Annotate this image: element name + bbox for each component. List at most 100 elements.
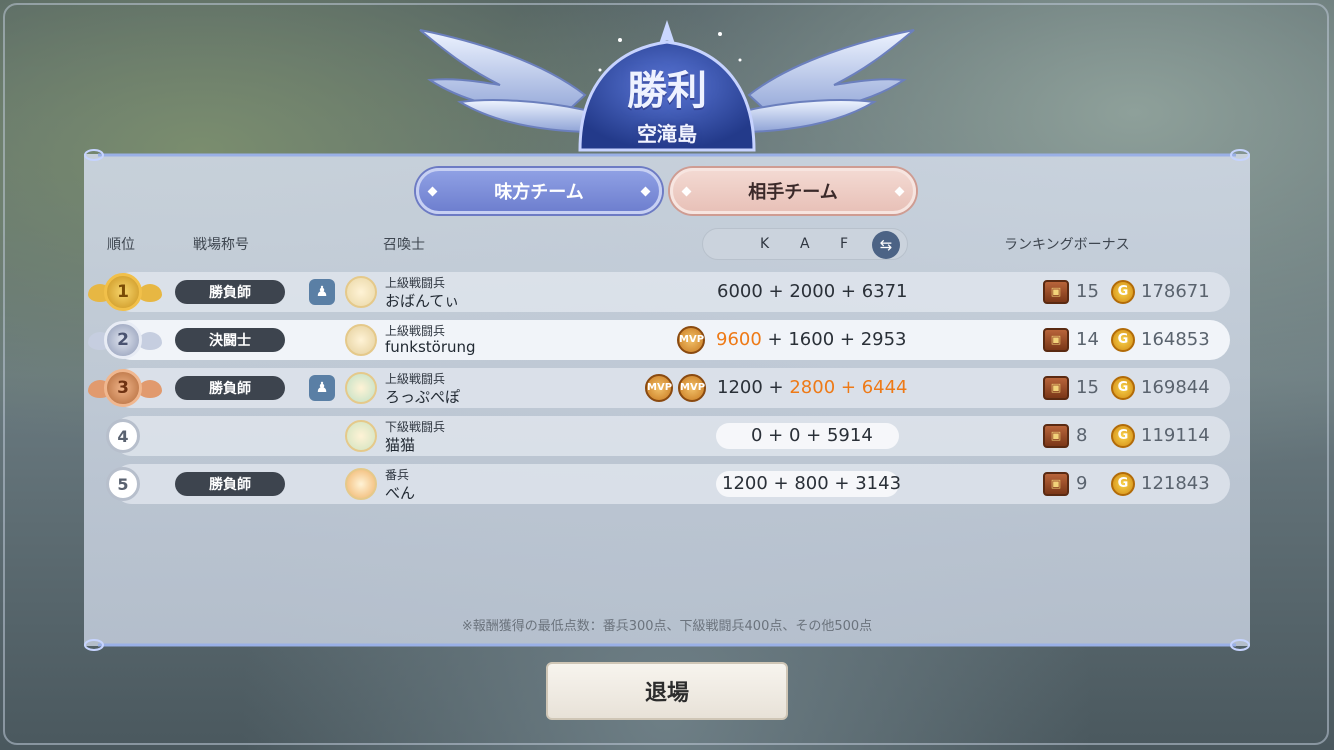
avatar [345,420,377,452]
score-a: 800 [794,473,829,494]
score-a: 2800 [789,377,836,398]
battle-title-badge: 勝負師 [175,280,285,304]
gold-coin-icon: G [1111,328,1135,352]
treasure-chest-icon: ▣ [1043,280,1069,304]
score-f: 3143 [855,473,902,494]
summoner-rank-name: 番兵 [385,468,410,482]
reward-note: ※報酬獲得の最低点数：番兵300点、下級戦闘兵400点、その他500点 [461,619,873,634]
gold-amount: 164853 [1141,329,1210,350]
header-k: K [760,236,770,252]
score-a: 0 [788,425,801,446]
kaf-score: 1200 + 800 + 3143 [722,473,901,494]
tab-enemy-team[interactable]: 相手チーム [670,168,916,214]
score-separator: + [835,281,862,302]
score-separator: + [834,329,861,350]
gold-coin-icon: G [1111,472,1135,496]
score-separator: + [762,281,790,302]
treasure-chest-icon: ▣ [1043,376,1069,400]
gold-amount: 178671 [1141,281,1210,302]
party-icon: ♟ [309,375,335,401]
rank-medal: 3 [104,369,142,407]
score-a: 1600 [788,329,835,350]
header-rank: 順位 [107,237,135,253]
header-battle-title: 戦場称号 [193,237,249,253]
summoner-name: 猫猫 [385,436,416,454]
rank-medal: 1 [104,273,142,311]
swap-arrows-icon[interactable]: ⇆ [872,231,900,259]
rank-medal: 5 [106,467,140,501]
score-separator: + [767,473,795,494]
kaf-score: 0 + 0 + 5914 [751,425,873,446]
panel-top-ornament [84,149,1250,161]
summoner-name: ろっぷぺぽ [385,388,461,406]
score-f: 6444 [861,377,908,398]
battle-title-badge: 勝負師 [175,472,285,496]
tab-ornament-icon [681,186,692,197]
tab-ornament-icon [427,186,438,197]
avatar [345,276,377,308]
score-separator: + [800,425,827,446]
score-f: 5914 [826,425,873,446]
score-k: 1200 [722,473,768,494]
tab-ally-label: 味方チーム [494,182,584,203]
score-k: 9600 [716,329,762,350]
avatar [345,468,377,500]
score-separator: + [835,377,862,398]
gold-amount: 119114 [1141,425,1210,446]
chest-count: 9 [1076,473,1088,494]
tab-ornament-icon [640,186,651,197]
score-separator: + [762,377,790,398]
score-k: 6000 [717,281,763,302]
avatar [345,372,377,404]
treasure-chest-icon: ▣ [1043,424,1069,448]
score-separator: + [762,425,789,446]
panel-bottom-ornament [84,639,1250,651]
tab-enemy-label: 相手チーム [748,182,838,203]
avatar [345,324,377,356]
score-f: 2953 [860,329,907,350]
mvp-icon: MVP [677,326,705,354]
battle-title-badge: 勝負師 [175,376,285,400]
mvp-icon: MVP [678,374,706,402]
summoner-rank-name: 上級戦闘兵 [385,276,446,290]
result-title: 勝利 [627,68,707,114]
header-ranking-bonus: ランキングボーナス [1004,237,1130,253]
gold-coin-icon: G [1111,280,1135,304]
treasure-chest-icon: ▣ [1043,328,1069,352]
summoner-rank-name: 上級戦闘兵 [385,372,446,386]
rank-medal: 2 [104,321,142,359]
map-name: 空滝島 [637,122,697,146]
chest-count: 15 [1076,281,1099,302]
gold-coin-icon: G [1111,424,1135,448]
kaf-score: 6000 + 2000 + 6371 [717,281,908,302]
score-k: 1200 [717,377,763,398]
score-k: 0 [751,425,763,446]
tab-ornament-icon [894,186,905,197]
tab-ally-team[interactable]: 味方チーム [416,168,662,214]
score-separator: + [828,473,856,494]
summoner-rank-name: 下級戦闘兵 [385,420,446,434]
summoner-name: べん [385,484,416,502]
party-icon: ♟ [309,279,335,305]
exit-button[interactable]: 退場 [546,662,788,720]
mvp-icon: MVP [645,374,673,402]
gold-amount: 121843 [1141,473,1210,494]
summoner-name: funkstörung [385,338,476,356]
summoner-rank-name: 上級戦闘兵 [385,324,446,338]
chest-count: 15 [1076,377,1099,398]
chest-count: 14 [1076,329,1099,350]
treasure-chest-icon: ▣ [1043,472,1069,496]
header-a: A [800,236,810,252]
kaf-score: 9600 + 1600 + 2953 [716,329,907,350]
summoner-name: おばんてぃ [385,292,460,310]
rank-medal: 4 [106,419,140,453]
score-separator: + [761,329,789,350]
header-f: F [840,236,849,252]
score-a: 2000 [789,281,836,302]
gold-amount: 169844 [1141,377,1210,398]
gold-coin-icon: G [1111,376,1135,400]
score-f: 6371 [861,281,908,302]
chest-count: 8 [1076,425,1088,446]
battle-title-badge: 決闘士 [175,328,285,352]
header-summoner: 召喚士 [383,237,425,253]
